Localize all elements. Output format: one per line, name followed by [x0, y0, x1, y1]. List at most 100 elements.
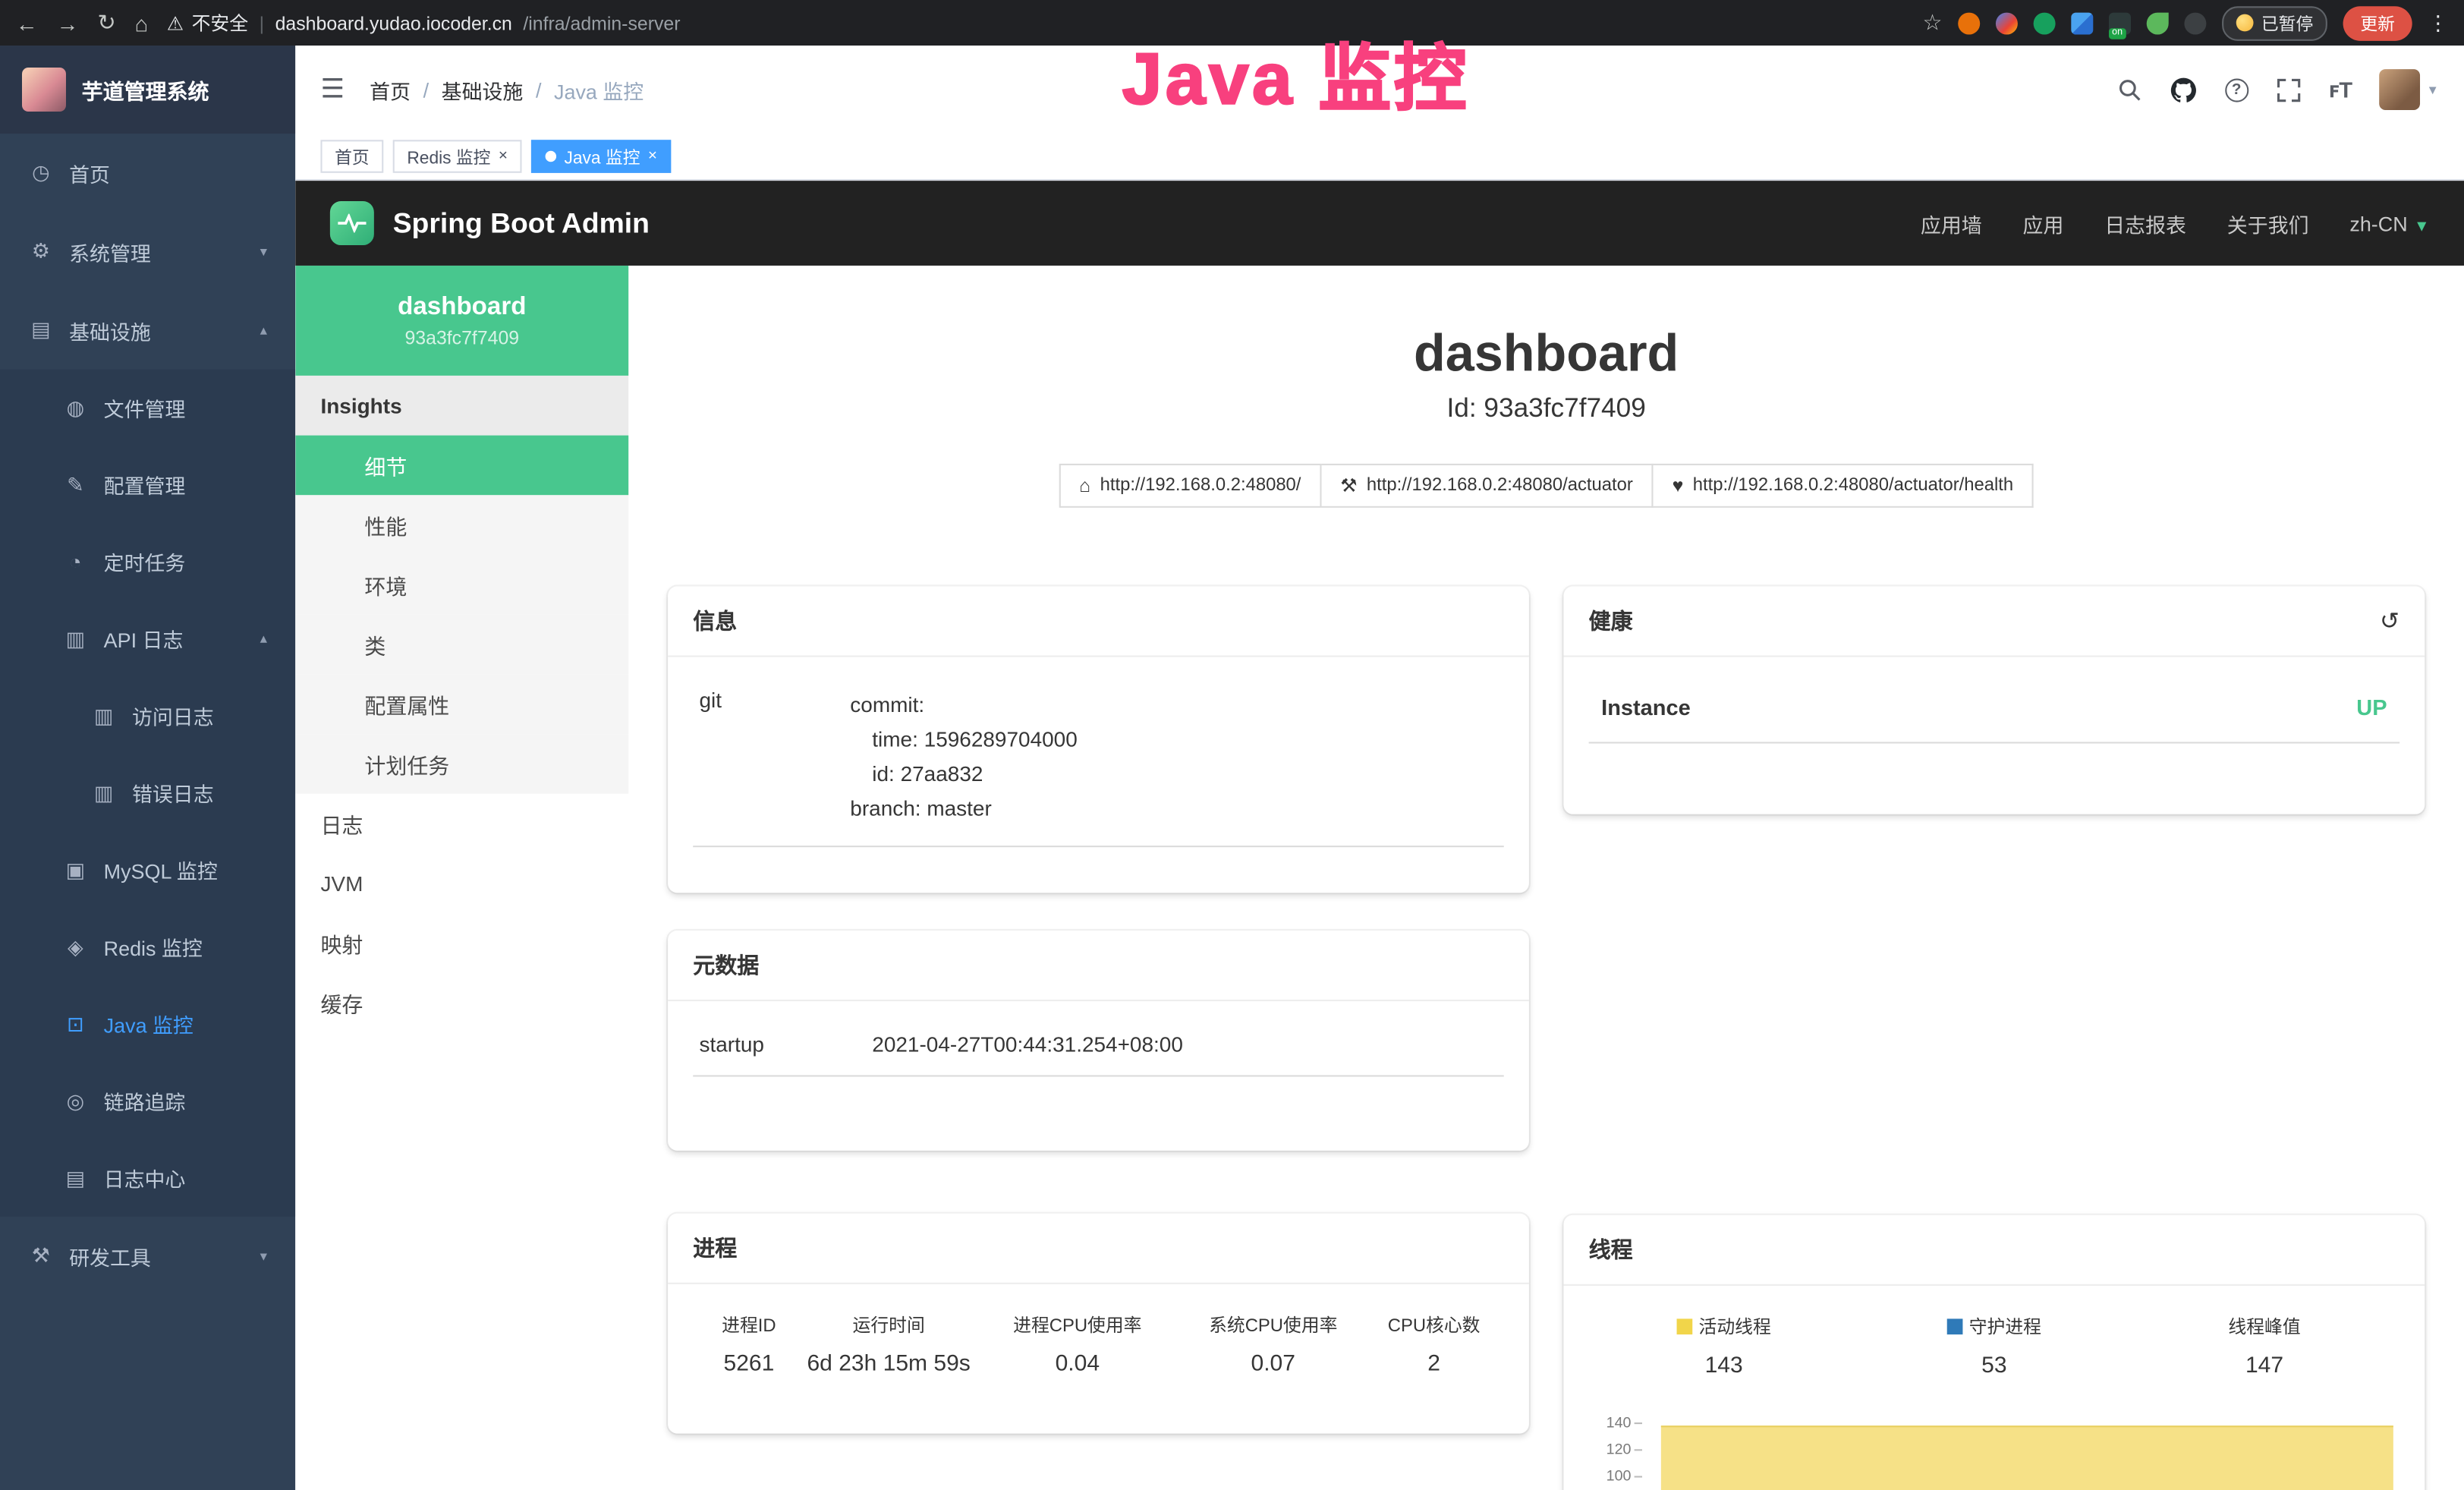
sidebar-item-redis-monitor[interactable]: ◈ Redis 监控 — [0, 909, 295, 985]
app-logo[interactable]: 芋道管理系统 — [0, 46, 295, 134]
sidebar-item-mysql-monitor[interactable]: ▣ MySQL 监控 — [0, 831, 295, 908]
menu-item-mappings[interactable]: 映射 — [295, 913, 628, 973]
tab-redis-monitor[interactable]: Redis 监控 × — [393, 140, 522, 172]
reload-icon[interactable]: ↻ — [97, 9, 115, 36]
collapse-sidebar-icon[interactable]: ☰ — [320, 74, 345, 105]
menu-item-jvm[interactable]: JVM — [295, 853, 628, 913]
sidebar-item-access-logs[interactable]: ▥ 访问日志 — [0, 678, 295, 754]
extension-icon[interactable] — [2184, 12, 2206, 34]
sidebar-item-config-management[interactable]: ✎ 配置管理 — [0, 446, 295, 523]
bookmark-star-icon[interactable]: ☆ — [1922, 9, 1942, 36]
cards-grid: 信息 git commit: time: 1596289704000 id: 2… — [668, 586, 2425, 1490]
health-key: Instance — [1601, 695, 1691, 720]
nav-journal[interactable]: 日志报表 — [2104, 208, 2186, 238]
heart-icon: ♥ — [1673, 474, 1684, 496]
menu-item-scheduled-tasks[interactable]: 计划任务 — [295, 734, 628, 794]
security-warning[interactable]: ⚠不安全 — [167, 9, 248, 36]
metadata-value: 2021-04-27T00:44:31.254+08:00 — [872, 1033, 1183, 1057]
info-row-git: git commit: time: 1596289704000 id: 27aa… — [693, 679, 1504, 848]
health-url-button[interactable]: ♥ http://192.168.0.2:48080/actuator/heal… — [1654, 464, 2034, 508]
cell-value: 5261 — [693, 1352, 804, 1377]
update-button[interactable]: 更新 — [2343, 5, 2412, 40]
sidebar-item-devtools[interactable]: ⚒ 研发工具 ▾ — [0, 1217, 295, 1296]
info-value: commit: time: 1596289704000 id: 27aa832 … — [850, 688, 1077, 827]
extension-icon[interactable] — [1996, 12, 2018, 34]
forward-icon[interactable]: → — [57, 10, 79, 35]
right-column: 健康 ↺ Instance UP — [1563, 586, 2425, 1490]
sidebar-item-api-logs[interactable]: ▥ API 日志 ▴ — [0, 600, 295, 677]
address-bar[interactable]: ⚠不安全 | dashboard.yudao.iocoder.cn/infra/… — [167, 9, 1904, 36]
menu-item-environment[interactable]: 环境 — [295, 555, 628, 615]
locale-selector[interactable]: zh-CN▼ — [2349, 212, 2429, 235]
help-icon[interactable]: ? — [2225, 78, 2248, 102]
back-icon[interactable]: ← — [16, 10, 38, 35]
breadcrumb-separator: / — [536, 78, 542, 102]
breadcrumb-item[interactable]: 基础设施 — [442, 74, 524, 104]
extension-icon[interactable] — [1958, 12, 1980, 34]
sidebar-item-scheduled-jobs[interactable]: ◔ 定时任务 — [0, 524, 295, 600]
app-brand: 芋道管理系统 — [82, 74, 209, 105]
close-icon[interactable]: × — [648, 148, 657, 165]
sidebar-item-java-monitor[interactable]: ⊡ Java 监控 — [0, 985, 295, 1062]
url-domain: dashboard.yudao.iocoder.cn — [275, 12, 512, 34]
layers-icon: ◈ — [63, 934, 88, 959]
fullscreen-icon[interactable] — [2277, 78, 2300, 102]
sba-brand[interactable]: Spring Boot Admin — [330, 201, 650, 245]
divider: | — [260, 12, 264, 34]
search-icon[interactable] — [2116, 77, 2141, 102]
sidebar-item-trace[interactable]: ◎ 链路追踪 — [0, 1063, 295, 1139]
nav-about[interactable]: 关于我们 — [2227, 208, 2309, 238]
column-header: CPU核心数 — [1364, 1312, 1504, 1337]
menu-item-config-props[interactable]: 配置属性 — [295, 674, 628, 734]
tab-java-monitor[interactable]: Java 监控 × — [531, 140, 672, 172]
history-icon[interactable]: ↺ — [2380, 606, 2399, 635]
main-column: ☰ 首页 / 基础设施 / Java 监控 ? — [295, 46, 2464, 1490]
column-header: 进程ID — [693, 1312, 804, 1337]
legend-item: 活动线程 — [1589, 1314, 1859, 1339]
github-icon[interactable] — [2170, 76, 2196, 102]
gear-icon: ⚙ — [28, 239, 53, 264]
sidebar-item-infrastructure[interactable]: ▤ 基础设施 ▴ — [0, 291, 295, 370]
error-log-icon: ▥ — [91, 780, 116, 805]
extension-icon[interactable] — [2034, 12, 2056, 34]
legend-swatch — [1947, 1318, 1963, 1334]
cell-value: 0.04 — [973, 1352, 1182, 1377]
tab-home[interactable]: 首页 — [320, 140, 383, 172]
browser-menu-icon[interactable]: ⋮ — [2428, 10, 2448, 35]
menu-item-details[interactable]: 细节 — [295, 436, 628, 496]
extension-icon[interactable] — [2147, 12, 2169, 34]
extension-icon[interactable]: on — [2109, 12, 2131, 34]
actuator-url-button[interactable]: ⚒ http://192.168.0.2:48080/actuator — [1321, 464, 1653, 508]
breadcrumb-item-current: Java 监控 — [554, 74, 644, 104]
warning-icon: ⚠ — [167, 12, 184, 34]
nav-wallboard[interactable]: 应用墙 — [1921, 208, 1982, 238]
threads-chart-area — [1661, 1425, 2393, 1490]
sidebar-item-error-logs[interactable]: ▥ 错误日志 — [0, 754, 295, 831]
service-url-button[interactable]: ⌂ http://192.168.0.2:48080/ — [1059, 464, 1321, 508]
paused-badge[interactable]: 已暂停 — [2222, 5, 2327, 40]
menu-item-logs[interactable]: 日志 — [295, 794, 628, 854]
metadata-key: startup — [700, 1033, 873, 1057]
sidebar-item-system[interactable]: ⚙ 系统管理 ▾ — [0, 213, 295, 291]
left-column: 信息 git commit: time: 1596289704000 id: 2… — [668, 586, 1529, 1490]
nav-applications[interactable]: 应用 — [2023, 208, 2064, 238]
avatar-image — [2379, 69, 2420, 110]
avatar[interactable]: ▼ — [2379, 69, 2439, 110]
home-icon[interactable]: ⌂ — [135, 10, 149, 35]
database-icon: ▣ — [63, 858, 88, 883]
sidebar-item-home[interactable]: ◷ 首页 — [0, 134, 295, 213]
sidebar-item-log-center[interactable]: ▤ 日志中心 — [0, 1139, 295, 1216]
menu-item-caches[interactable]: 缓存 — [295, 973, 628, 1033]
wrench-icon: ⚒ — [1340, 474, 1357, 496]
menu-item-performance[interactable]: 性能 — [295, 495, 628, 555]
instance-name: dashboard — [398, 293, 526, 321]
menu-item-classes[interactable]: 类 — [295, 615, 628, 675]
instance-header[interactable]: dashboard 93a3fc7f7409 — [295, 266, 628, 376]
document-icon: ▤ — [63, 1165, 88, 1190]
sidebar-item-file-management[interactable]: ◍ 文件管理 — [0, 370, 295, 446]
breadcrumb-item[interactable]: 首页 — [370, 74, 411, 104]
extension-icon[interactable] — [2071, 12, 2093, 34]
close-icon[interactable]: × — [499, 148, 508, 165]
y-axis-tick: 120 — [1589, 1443, 1642, 1459]
font-size-icon[interactable]: ꜰT — [2328, 76, 2351, 102]
